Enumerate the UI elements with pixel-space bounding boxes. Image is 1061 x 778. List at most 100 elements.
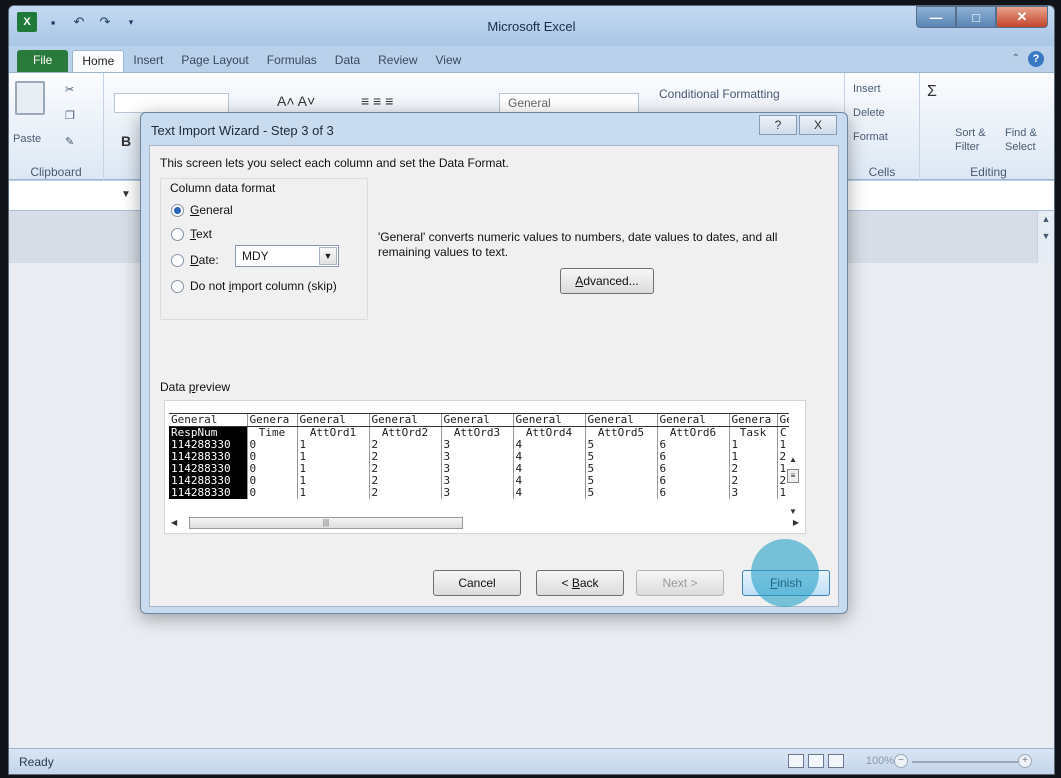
preview-column-header[interactable]: General — [440, 413, 513, 427]
number-format-box[interactable]: General — [499, 93, 639, 113]
radio-date[interactable]: Date: — [171, 253, 219, 267]
find-select-label-1[interactable]: Find & — [1005, 127, 1037, 139]
preview-column-header[interactable]: Ge — [776, 413, 789, 427]
preview-horizontal-scroll[interactable]: ◀ ||| ▶ — [167, 515, 803, 531]
close-window-button[interactable]: ✕ — [996, 6, 1048, 28]
name-box-dropdown-icon[interactable]: ▼ — [121, 189, 131, 200]
tab-home[interactable]: Home — [72, 50, 125, 72]
zoom-in-icon[interactable]: + — [1018, 754, 1032, 768]
dialog-title: Text Import Wizard - Step 3 of 3 — [151, 123, 334, 138]
minimize-button[interactable]: — — [916, 6, 956, 28]
preview-column-header[interactable]: General — [296, 413, 369, 427]
tab-formulas[interactable]: Formulas — [258, 50, 326, 72]
back-button[interactable]: < Back — [536, 570, 624, 596]
zoom-slider[interactable] — [912, 761, 1022, 763]
grow-font-icon[interactable]: A˄ A˅ — [277, 93, 315, 109]
preview-cell: 3 — [440, 439, 513, 451]
preview-cell: RespNum — [169, 426, 247, 439]
date-format-select[interactable]: MDY ▼ — [235, 245, 339, 267]
maximize-button[interactable]: □ — [956, 6, 996, 28]
tab-insert[interactable]: Insert — [124, 50, 172, 72]
preview-column-header[interactable]: General — [656, 413, 729, 427]
preview-scroll-thumb[interactable]: ≡ — [787, 469, 799, 483]
radio-text[interactable]: Text — [171, 227, 212, 241]
screen: X ▪ ↶ ↷ ▾ Microsoft Excel — □ ✕ File Hom… — [0, 0, 1061, 778]
editing-group-label: Editing — [970, 165, 1007, 179]
font-name-box[interactable] — [114, 93, 229, 113]
cut-icon[interactable]: ✂ — [65, 83, 74, 96]
sort-filter-label-1[interactable]: Sort & — [955, 127, 986, 139]
preview-cell: 6 — [656, 475, 729, 487]
paste-label[interactable]: Paste — [13, 133, 41, 145]
preview-column-header[interactable]: Genera — [728, 413, 777, 427]
preview-column-header[interactable]: General — [368, 413, 441, 427]
preview-cell: 0 — [246, 475, 297, 487]
tab-file[interactable]: File — [17, 50, 69, 72]
tab-view[interactable]: View — [427, 50, 471, 72]
cancel-button[interactable]: Cancel — [433, 570, 521, 596]
align-icon[interactable]: ≡ ≡ ≡ — [361, 93, 393, 109]
copy-icon[interactable]: ❐ — [65, 109, 75, 122]
dialog-intro-text: This screen lets you select each column … — [160, 156, 509, 170]
autosum-icon[interactable]: Σ — [927, 83, 937, 101]
tab-page-layout[interactable]: Page Layout — [172, 50, 257, 72]
text-import-wizard-dialog: Text Import Wizard - Step 3 of 3 ? X Thi… — [140, 112, 848, 614]
preview-cell: 6 — [656, 463, 729, 475]
preview-cell: 5 — [584, 487, 657, 499]
preview-hscroll-thumb[interactable]: ||| — [189, 517, 463, 529]
sheet-vertical-scroll[interactable]: ▲ ▼ — [1037, 211, 1054, 263]
tab-data[interactable]: Data — [326, 50, 369, 72]
next-button[interactable]: Next > — [636, 570, 724, 596]
preview-scroll-right-icon[interactable]: ▶ — [793, 515, 799, 531]
preview-cell: 2 — [368, 487, 441, 499]
paste-icon[interactable] — [15, 81, 45, 115]
preview-column-header[interactable]: General — [512, 413, 585, 427]
page-break-view-icon[interactable] — [828, 754, 844, 768]
bold-button[interactable]: B — [121, 133, 131, 149]
finish-button[interactable]: Finish — [742, 570, 830, 596]
radio-general-dot[interactable] — [171, 203, 184, 217]
radio-skip-dot[interactable] — [171, 279, 184, 293]
preview-column-header[interactable]: General — [584, 413, 657, 427]
radio-date-dot[interactable] — [171, 253, 184, 267]
dialog-help-button[interactable]: ? — [759, 115, 797, 135]
page-layout-view-icon[interactable] — [808, 754, 824, 768]
format-painter-icon[interactable]: ✎ — [65, 135, 74, 148]
preview-cell: AttOrd2 — [368, 426, 441, 439]
radio-general[interactable]: General — [171, 203, 233, 217]
conditional-formatting-button[interactable]: Conditional Formatting — [659, 87, 780, 101]
preview-cell: 4 — [512, 439, 585, 451]
radio-text-dot[interactable] — [171, 227, 184, 241]
dialog-close-button[interactable]: X — [799, 115, 837, 135]
delete-cells-button[interactable]: Delete — [853, 107, 885, 119]
data-preview-grid[interactable]: General Genera General General General Genera… — [169, 413, 801, 521]
scroll-down-icon[interactable]: ▼ — [1038, 228, 1054, 245]
preview-column-header[interactable]: Genera — [246, 413, 297, 427]
scroll-up-icon[interactable]: ▲ — [1038, 211, 1054, 228]
radio-skip[interactable]: Do not import column (skip) — [171, 279, 337, 293]
preview-cell: AttOrd5 — [584, 426, 657, 439]
preview-column-header[interactable]: General — [169, 413, 247, 427]
format-cells-button[interactable]: Format — [853, 131, 888, 143]
minimize-ribbon-icon[interactable]: ⌃ — [1012, 51, 1020, 67]
preview-cell: 4 — [512, 475, 585, 487]
preview-header-row[interactable]: General Genera General General General Genera… — [169, 413, 789, 427]
zoom-out-icon[interactable]: − — [894, 754, 908, 768]
data-preview-box[interactable]: General Genera General General General Genera… — [164, 400, 806, 534]
zoom-level[interactable]: 100% — [866, 755, 894, 767]
insert-cells-button[interactable]: Insert — [853, 83, 881, 95]
preview-cell: 3 — [440, 463, 513, 475]
help-icon[interactable]: ? — [1028, 51, 1044, 67]
normal-view-icon[interactable] — [788, 754, 804, 768]
advanced-button[interactable]: Advanced... — [560, 268, 654, 294]
chevron-down-icon[interactable]: ▼ — [319, 247, 337, 265]
data-preview-table[interactable]: General Genera General General General Genera… — [169, 413, 789, 499]
preview-row: RespNum Time AttOrd1 AttOrd2 AttOrd3 AttOrd4 A… — [169, 426, 789, 439]
find-select-label-2[interactable]: Select — [1005, 141, 1036, 153]
preview-scroll-up-icon[interactable]: ▲ — [785, 453, 801, 467]
preview-cell: 3 — [440, 451, 513, 463]
sort-filter-label-2[interactable]: Filter — [955, 141, 979, 153]
ribbon-right-controls: ⌃ ? — [1012, 51, 1044, 67]
preview-scroll-left-icon[interactable]: ◀ — [171, 515, 177, 531]
tab-review[interactable]: Review — [369, 50, 426, 72]
